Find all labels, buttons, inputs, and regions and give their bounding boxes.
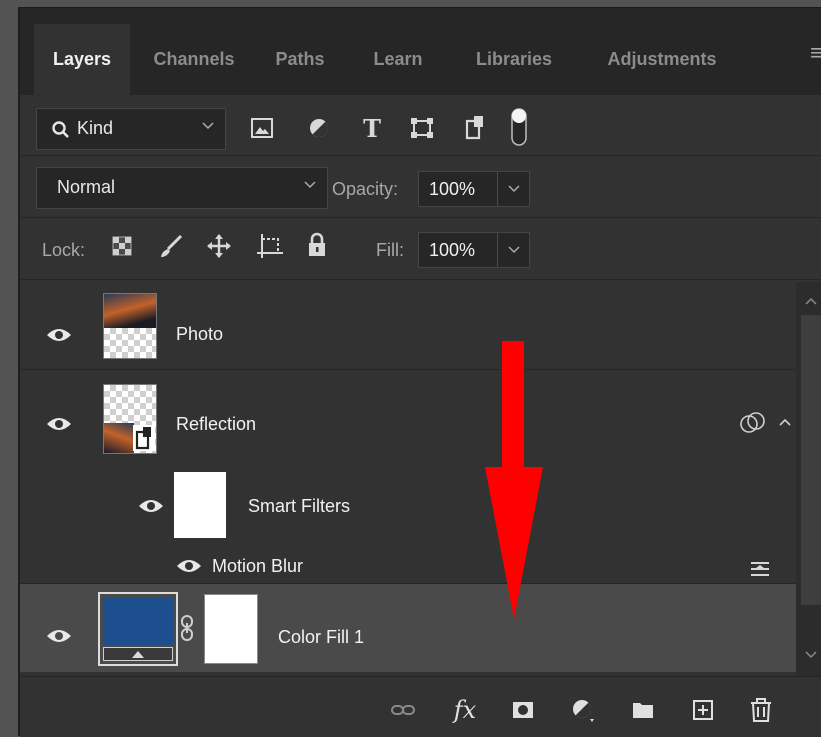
layer-name: Color Fill 1: [278, 627, 365, 647]
mask-link-icon[interactable]: [180, 614, 194, 642]
fill-layer-thumbnail: [98, 592, 178, 666]
tab-layers[interactable]: Layers: [34, 24, 130, 95]
fill-field[interactable]: 100%: [418, 232, 530, 268]
filter-toggle-switch[interactable]: [510, 107, 528, 147]
pixel-layer-filter-icon[interactable]: [250, 117, 274, 139]
visibility-eye-icon[interactable]: [176, 558, 202, 574]
adjustment-layer-filter-icon[interactable]: [308, 117, 330, 139]
layer-row-photo[interactable]: Photo: [20, 283, 796, 369]
filter-blending-options-icon[interactable]: [750, 561, 770, 577]
new-group-icon[interactable]: [630, 697, 656, 723]
visibility-eye-icon[interactable]: [46, 416, 72, 432]
tab-paths[interactable]: Paths: [256, 24, 344, 95]
chevron-up-icon[interactable]: [778, 416, 792, 428]
lock-label: Lock:: [42, 240, 86, 260]
search-icon: [52, 121, 69, 138]
chevron-down-icon: [508, 246, 520, 254]
scroll-down-icon[interactable]: [804, 649, 818, 661]
visibility-eye-icon[interactable]: [46, 628, 72, 644]
filter-kind-label: Kind: [77, 118, 114, 138]
smart-object-badge-icon: [133, 425, 155, 451]
lock-image-pixels-icon[interactable]: [158, 233, 184, 259]
opacity-field[interactable]: 100%: [418, 171, 530, 207]
layer-thumbnail: [103, 293, 157, 359]
panel-tab-bar: Layers Channels Paths Learn Libraries Ad…: [20, 7, 821, 95]
smart-object-filter-icon[interactable]: [464, 115, 486, 141]
layer-thumbnail: [103, 384, 157, 454]
opacity-value: 100%: [429, 179, 476, 199]
tab-learn[interactable]: Learn: [354, 24, 442, 95]
blend-mode-value: Normal: [57, 177, 116, 197]
filter-mask-thumbnail: [174, 472, 226, 538]
layers-panel: Layers Channels Paths Learn Libraries Ad…: [18, 7, 821, 737]
link-layers-icon[interactable]: [390, 697, 416, 723]
tab-label: Layers: [52, 49, 112, 69]
layer-name: Smart Filters: [248, 496, 351, 516]
layer-row-smart-filters[interactable]: Smart Filters: [20, 465, 796, 543]
layer-name: Motion Blur: [212, 556, 304, 576]
lock-all-icon[interactable]: [306, 231, 328, 259]
layers-scrollbar-thumb[interactable]: [801, 315, 821, 605]
adjustment-layer-icon[interactable]: [570, 697, 596, 723]
lock-artboard-icon[interactable]: [256, 233, 284, 259]
tab-label: Libraries: [475, 49, 553, 69]
fill-value: 100%: [429, 240, 476, 260]
tab-adjustments[interactable]: Adjustments: [582, 24, 742, 95]
tab-label: Paths: [275, 49, 325, 69]
panel-menu-icon[interactable]: ≡: [797, 42, 821, 64]
opacity-label: Opacity:: [332, 179, 399, 199]
smart-filter-effects-icon[interactable]: [738, 412, 768, 434]
layer-row-motion-blur[interactable]: Motion Blur: [20, 543, 796, 583]
layer-name: Photo: [176, 324, 224, 344]
fill-label: Fill:: [376, 240, 404, 260]
fx-icon[interactable]: fx: [452, 696, 478, 724]
layer-name: Reflection: [176, 414, 257, 434]
tab-label: Learn: [373, 49, 423, 69]
type-layer-filter-icon[interactable]: T: [360, 113, 384, 143]
add-mask-icon[interactable]: [510, 697, 536, 723]
shape-layer-filter-icon[interactable]: [410, 117, 434, 139]
tab-label: Adjustments: [607, 49, 717, 69]
blend-mode-select[interactable]: Normal: [36, 167, 328, 209]
layer-mask-thumbnail: [204, 594, 258, 664]
layer-row-color-fill[interactable]: Color Fill 1: [20, 584, 796, 672]
tab-channels[interactable]: Channels: [136, 24, 252, 95]
tab-label: Channels: [153, 49, 235, 69]
annotation-arrow: [485, 341, 543, 619]
tab-libraries[interactable]: Libraries: [454, 24, 574, 95]
lock-position-icon[interactable]: [206, 233, 232, 259]
chevron-down-icon: [202, 122, 214, 130]
layer-row-reflection[interactable]: Reflection: [20, 370, 796, 465]
lock-transparent-pixels-icon[interactable]: [112, 236, 132, 256]
visibility-eye-icon[interactable]: [138, 498, 164, 514]
new-layer-icon[interactable]: [690, 697, 716, 723]
chevron-down-icon: [304, 181, 316, 189]
filter-kind-select[interactable]: Kind: [36, 108, 226, 150]
chevron-down-icon: [508, 185, 520, 193]
delete-icon[interactable]: [748, 697, 774, 723]
visibility-eye-icon[interactable]: [46, 327, 72, 343]
scroll-up-icon[interactable]: [804, 295, 818, 307]
layers-bottom-toolbar: fx: [20, 676, 821, 737]
